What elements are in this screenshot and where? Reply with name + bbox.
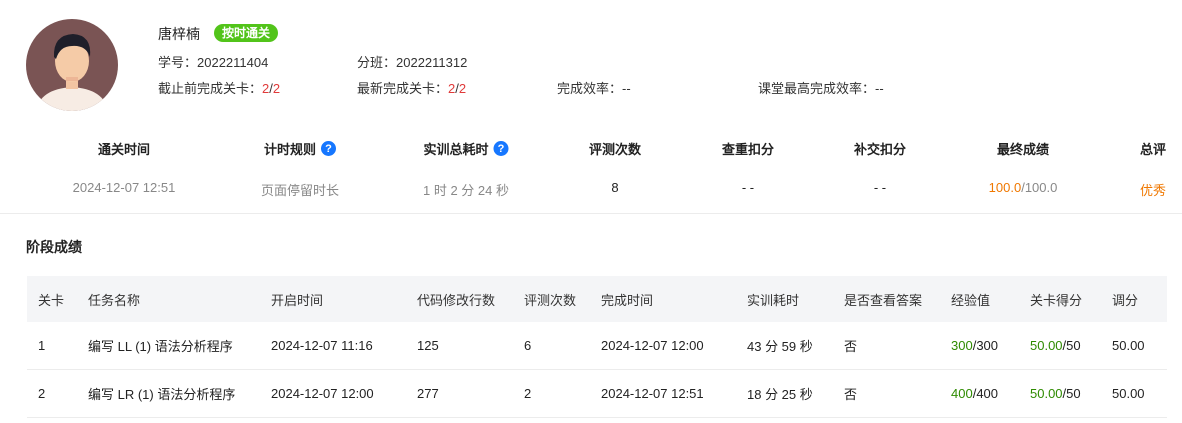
before-deadline-total: 2 [272, 81, 281, 96]
cell-code-lines: 125 [417, 322, 524, 370]
cell-level-score: 50.00/50 [1030, 322, 1112, 370]
latest-levels: 最新完成关卡：2/2 [357, 81, 467, 96]
col-code-lines: 代码修改行数 [417, 276, 524, 322]
class-value: 2022211312 [396, 55, 468, 70]
exp-total: 300 [976, 338, 999, 353]
exp-value: 400 [951, 386, 973, 401]
header-late-deduct: 补交扣分 [853, 142, 907, 157]
col-eval-count: 评测次数 [524, 276, 601, 322]
cell-level-score: 50.00/50 [1030, 369, 1112, 418]
value-overall: 优秀 [1139, 183, 1167, 198]
exp-total: 400 [976, 386, 999, 401]
header-final-score: 最终成绩 [996, 142, 1050, 157]
help-icon[interactable]: ? [321, 141, 337, 156]
cell-level: 1 [27, 322, 88, 370]
table-header-row: 关卡 任务名称 开启时间 代码修改行数 评测次数 完成时间 实训耗时 是否查看答… [27, 276, 1167, 322]
header-timing-rule: 计时规则 ? [264, 139, 337, 158]
cell-done-time: 2024-12-07 12:51 [601, 369, 747, 418]
latest-total: 2 [458, 81, 467, 96]
value-dup-deduct: - - [741, 180, 755, 195]
cell-open-time: 2024-12-07 11:16 [271, 322, 417, 370]
cell-done-time: 2024-12-07 12:00 [601, 322, 747, 370]
cell-duration: 43 分 59 秒 [747, 322, 844, 370]
efficiency-value: -- [622, 81, 631, 96]
student-id-value: 2022211404 [197, 55, 269, 70]
efficiency: 完成效率：-- [557, 78, 631, 97]
score-value: 50.00 [1030, 386, 1063, 401]
col-done-time: 完成时间 [601, 276, 747, 322]
score-total: 50 [1066, 338, 1081, 353]
class-best-efficiency: 课堂最高完成效率：-- [758, 78, 884, 97]
stage-table: 关卡 任务名称 开启时间 代码修改行数 评测次数 完成时间 实训耗时 是否查看答… [27, 276, 1167, 418]
class-best-value: -- [875, 81, 884, 96]
latest-label: 最新完成关卡： [357, 81, 449, 96]
student-id: 学号：2022211404 [158, 52, 268, 71]
header-eval-count: 评测次数 [588, 142, 642, 157]
value-timing-rule: 页面停留时长 [260, 183, 340, 198]
header-pass-time: 通关时间 [97, 142, 151, 157]
col-open-time: 开启时间 [271, 276, 417, 322]
col-duration: 实训耗时 [747, 276, 844, 322]
class-best-label: 课堂最高完成效率： [758, 81, 876, 96]
help-icon[interactable]: ? [493, 141, 509, 156]
cell-task-name: 编写 LL (1) 语法分析程序 [88, 322, 271, 370]
final-score-total: 100.0 [1024, 180, 1058, 195]
before-deadline-done: 2 [262, 81, 270, 96]
cell-code-lines: 277 [417, 369, 524, 418]
exp-value: 300 [951, 338, 973, 353]
divider [0, 213, 1182, 214]
before-deadline-label: 截止前完成关卡： [158, 81, 263, 96]
value-total-time: 1 时 2 分 24 秒 [423, 183, 509, 198]
status-badge: 按时通关 [214, 24, 279, 42]
col-task-name: 任务名称 [88, 276, 271, 322]
value-late-deduct: - - [873, 180, 887, 195]
cell-adjust: 50.00 [1112, 369, 1167, 418]
avatar [26, 19, 118, 111]
col-level-score: 关卡得分 [1030, 276, 1112, 322]
col-level: 关卡 [27, 276, 88, 322]
table-row: 2 编写 LR (1) 语法分析程序 2024-12-07 12:00 277 … [27, 369, 1167, 418]
class-label: 分班： [357, 55, 397, 70]
cell-exp: 300/300 [951, 322, 1030, 370]
cell-open-time: 2024-12-07 12:00 [271, 369, 417, 418]
efficiency-label: 完成效率： [557, 81, 623, 96]
col-adjust: 调分 [1112, 276, 1167, 322]
score-value: 50.00 [1030, 338, 1063, 353]
cell-view-answer: 否 [844, 369, 951, 418]
latest-done: 2 [448, 81, 456, 96]
class-info: 分班：2022211312 [357, 52, 467, 71]
table-row: 1 编写 LL (1) 语法分析程序 2024-12-07 11:16 125 … [27, 322, 1167, 370]
cell-duration: 18 分 25 秒 [747, 369, 844, 418]
value-final-score: 100.0/100.0 [988, 180, 1058, 195]
value-pass-time: 2024-12-07 12:51 [72, 180, 176, 195]
cell-task-name: 编写 LR (1) 语法分析程序 [88, 369, 271, 418]
student-id-label: 学号： [158, 55, 198, 70]
before-deadline-levels: 截止前完成关卡：2/2 [158, 81, 281, 96]
header-overall: 总评 [1139, 142, 1167, 157]
section-title: 阶段成绩 [26, 239, 82, 255]
header-total-time: 实训总耗时 ? [423, 139, 509, 158]
cell-exp: 400/400 [951, 369, 1030, 418]
col-view-answer: 是否查看答案 [844, 276, 951, 322]
cell-adjust: 50.00 [1112, 322, 1167, 370]
cell-eval-count: 6 [524, 322, 601, 370]
student-name: 唐梓楠 [158, 26, 200, 42]
cell-level: 2 [27, 369, 88, 418]
cell-eval-count: 2 [524, 369, 601, 418]
score-total: 50 [1066, 386, 1081, 401]
value-eval-count: 8 [611, 180, 619, 195]
cell-view-answer: 否 [844, 322, 951, 370]
header-dup-deduct: 查重扣分 [721, 142, 775, 157]
col-exp: 经验值 [951, 276, 1030, 322]
final-score: 100.0 [988, 180, 1022, 195]
